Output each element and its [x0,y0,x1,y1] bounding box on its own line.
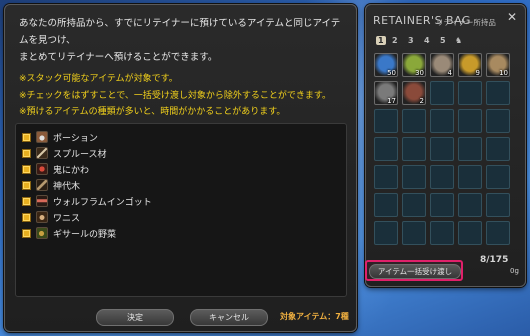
bag-slot-filled[interactable]: 30 [402,53,426,77]
checkbox[interactable] [22,164,31,174]
bag-slot-filled[interactable]: 50 [374,53,398,77]
checkbox[interactable] [22,196,31,206]
slot-quantity: 10 [499,69,508,77]
item-list: ポーション スプルース材 鬼にかわ 神代木 ウォルフラムインゴット ワニス ギサ… [15,123,347,297]
bag-slot-empty[interactable] [458,221,482,245]
bag-slot-empty[interactable] [430,221,454,245]
bulk-deposit-dialog: あなたの所持品から、すでにリテイナーに預けているアイテムと同じアイテムを見つけ、… [4,4,357,332]
dialog-description: あなたの所持品から、すでにリテイナーに預けているアイテムと同じアイテムを見つけ、… [19,15,349,66]
target-item-count: 対象アイテム：7種 [280,312,349,321]
list-item[interactable]: ギサールの野菜 [22,226,116,240]
bag-slot-empty[interactable] [458,81,482,105]
checkbox[interactable] [22,132,31,142]
bag-slot-empty[interactable] [486,81,510,105]
note-stackable: ※スタック可能なアイテムが対象です。 [19,74,178,84]
close-icon[interactable]: ✕ [507,10,517,24]
note-uncheck: ※チェックをはずすことで、一括受け渡し対象から除外することができます。 [19,90,332,101]
list-item[interactable]: 神代木 [22,178,80,192]
tab-2[interactable]: 2 [392,36,398,45]
bag-slot-filled[interactable]: 17 [374,81,398,105]
bag-slot-empty[interactable] [402,137,426,161]
description-line-2: まとめてリテイナーへ預けることができます。 [19,52,218,63]
log-icon [36,179,48,191]
bag-slot-empty[interactable] [402,165,426,189]
list-item[interactable]: ウォルフラムインゴット [22,194,152,208]
varnish-icon [36,211,48,223]
slot-quantity: 9 [475,69,480,77]
potion-icon [36,131,48,143]
note-time: ※預けるアイテムの種類が多いと、時間がかかることがあります。 [19,107,286,117]
lumber-icon [36,147,48,159]
bag-slot-filled[interactable]: 4 [430,53,454,77]
description-line-1: あなたの所持品から、すでにリテイナーに預けているアイテムと同じアイテムを見つけ、 [19,18,341,46]
bag-slot-empty[interactable] [458,193,482,217]
vegetable-icon [36,227,48,239]
bag-slot-empty[interactable] [430,193,454,217]
list-item[interactable]: 鬼にかわ [22,162,89,176]
item-label: 神代木 [53,181,81,192]
bag-slot-empty[interactable] [374,137,398,161]
bag-slot-filled[interactable]: 9 [458,53,482,77]
item-label: ワニス [53,213,81,224]
list-item[interactable]: ポーション [22,130,98,144]
checkbox[interactable] [22,148,31,158]
item-label: ポーション [53,133,98,144]
bag-slot-filled[interactable]: 2 [402,81,426,105]
bag-slot-empty[interactable] [402,193,426,217]
bag-slot-empty[interactable] [374,109,398,133]
checkbox[interactable] [22,212,31,222]
confirm-button[interactable]: 決定 [96,309,174,326]
bag-slot-empty[interactable] [458,165,482,189]
bulk-deposit-highlight: アイテム一括受け渡し [365,260,463,281]
list-item[interactable]: ワニス [22,210,80,224]
retainer-bag-window: RETAINER'S BAG リテイナー所持品 ✕ 1 2 3 4 5 ♞ 50… [365,4,526,287]
bag-slot-empty[interactable] [486,221,510,245]
item-label: 鬼にかわ [53,165,90,176]
bag-slot-empty[interactable] [430,137,454,161]
item-label: ウォルフラムインゴット [53,197,152,208]
tab-5[interactable]: 5 [440,36,446,45]
slot-quantity: 2 [419,97,424,105]
slot-quantity: 4 [447,69,452,77]
slot-quantity: 17 [387,97,396,105]
slot-quantity: 50 [387,69,396,77]
bag-slot-empty[interactable] [430,109,454,133]
bag-slot-empty[interactable] [430,81,454,105]
bag-slot-empty[interactable] [430,165,454,189]
gil-amount: 0g [510,267,519,275]
bulk-deposit-button[interactable]: アイテム一括受け渡し [369,264,461,279]
tab-crystal[interactable]: ♞ [455,36,462,45]
bag-slot-empty[interactable] [458,109,482,133]
bag-slot-empty[interactable] [486,165,510,189]
bag-slot-empty[interactable] [486,137,510,161]
dialog-notes: ※スタック可能なアイテムが対象です。 ※チェックをはずすことで、一括受け渡し対象… [19,71,349,121]
checkbox[interactable] [22,228,31,238]
glue-icon [36,163,48,175]
bag-slot-empty[interactable] [374,221,398,245]
tab-1[interactable]: 1 [376,36,386,45]
bag-slot-empty[interactable] [458,137,482,161]
bag-subtitle: リテイナー所持品 [436,18,496,27]
item-label: スプルース材 [53,149,107,160]
bag-slot-empty[interactable] [402,221,426,245]
list-item[interactable]: スプルース材 [22,146,107,160]
item-label: ギサールの野菜 [53,229,117,240]
tab-4[interactable]: 4 [424,36,430,45]
cancel-button[interactable]: キャンセル [190,309,268,326]
bag-slot-empty[interactable] [374,165,398,189]
bag-slot-empty[interactable] [486,109,510,133]
bag-slot-empty[interactable] [374,193,398,217]
bag-footer: アイテム一括受け渡し 0g [365,258,524,283]
ingot-icon [36,195,48,207]
tab-3[interactable]: 3 [408,36,414,45]
bag-grid: 50 30 4 9 10 17 2 [374,53,514,263]
bag-slot-empty[interactable] [486,193,510,217]
bag-slot-empty[interactable] [402,109,426,133]
checkbox[interactable] [22,180,31,190]
bag-slot-filled[interactable]: 10 [486,53,510,77]
slot-quantity: 30 [415,69,424,77]
